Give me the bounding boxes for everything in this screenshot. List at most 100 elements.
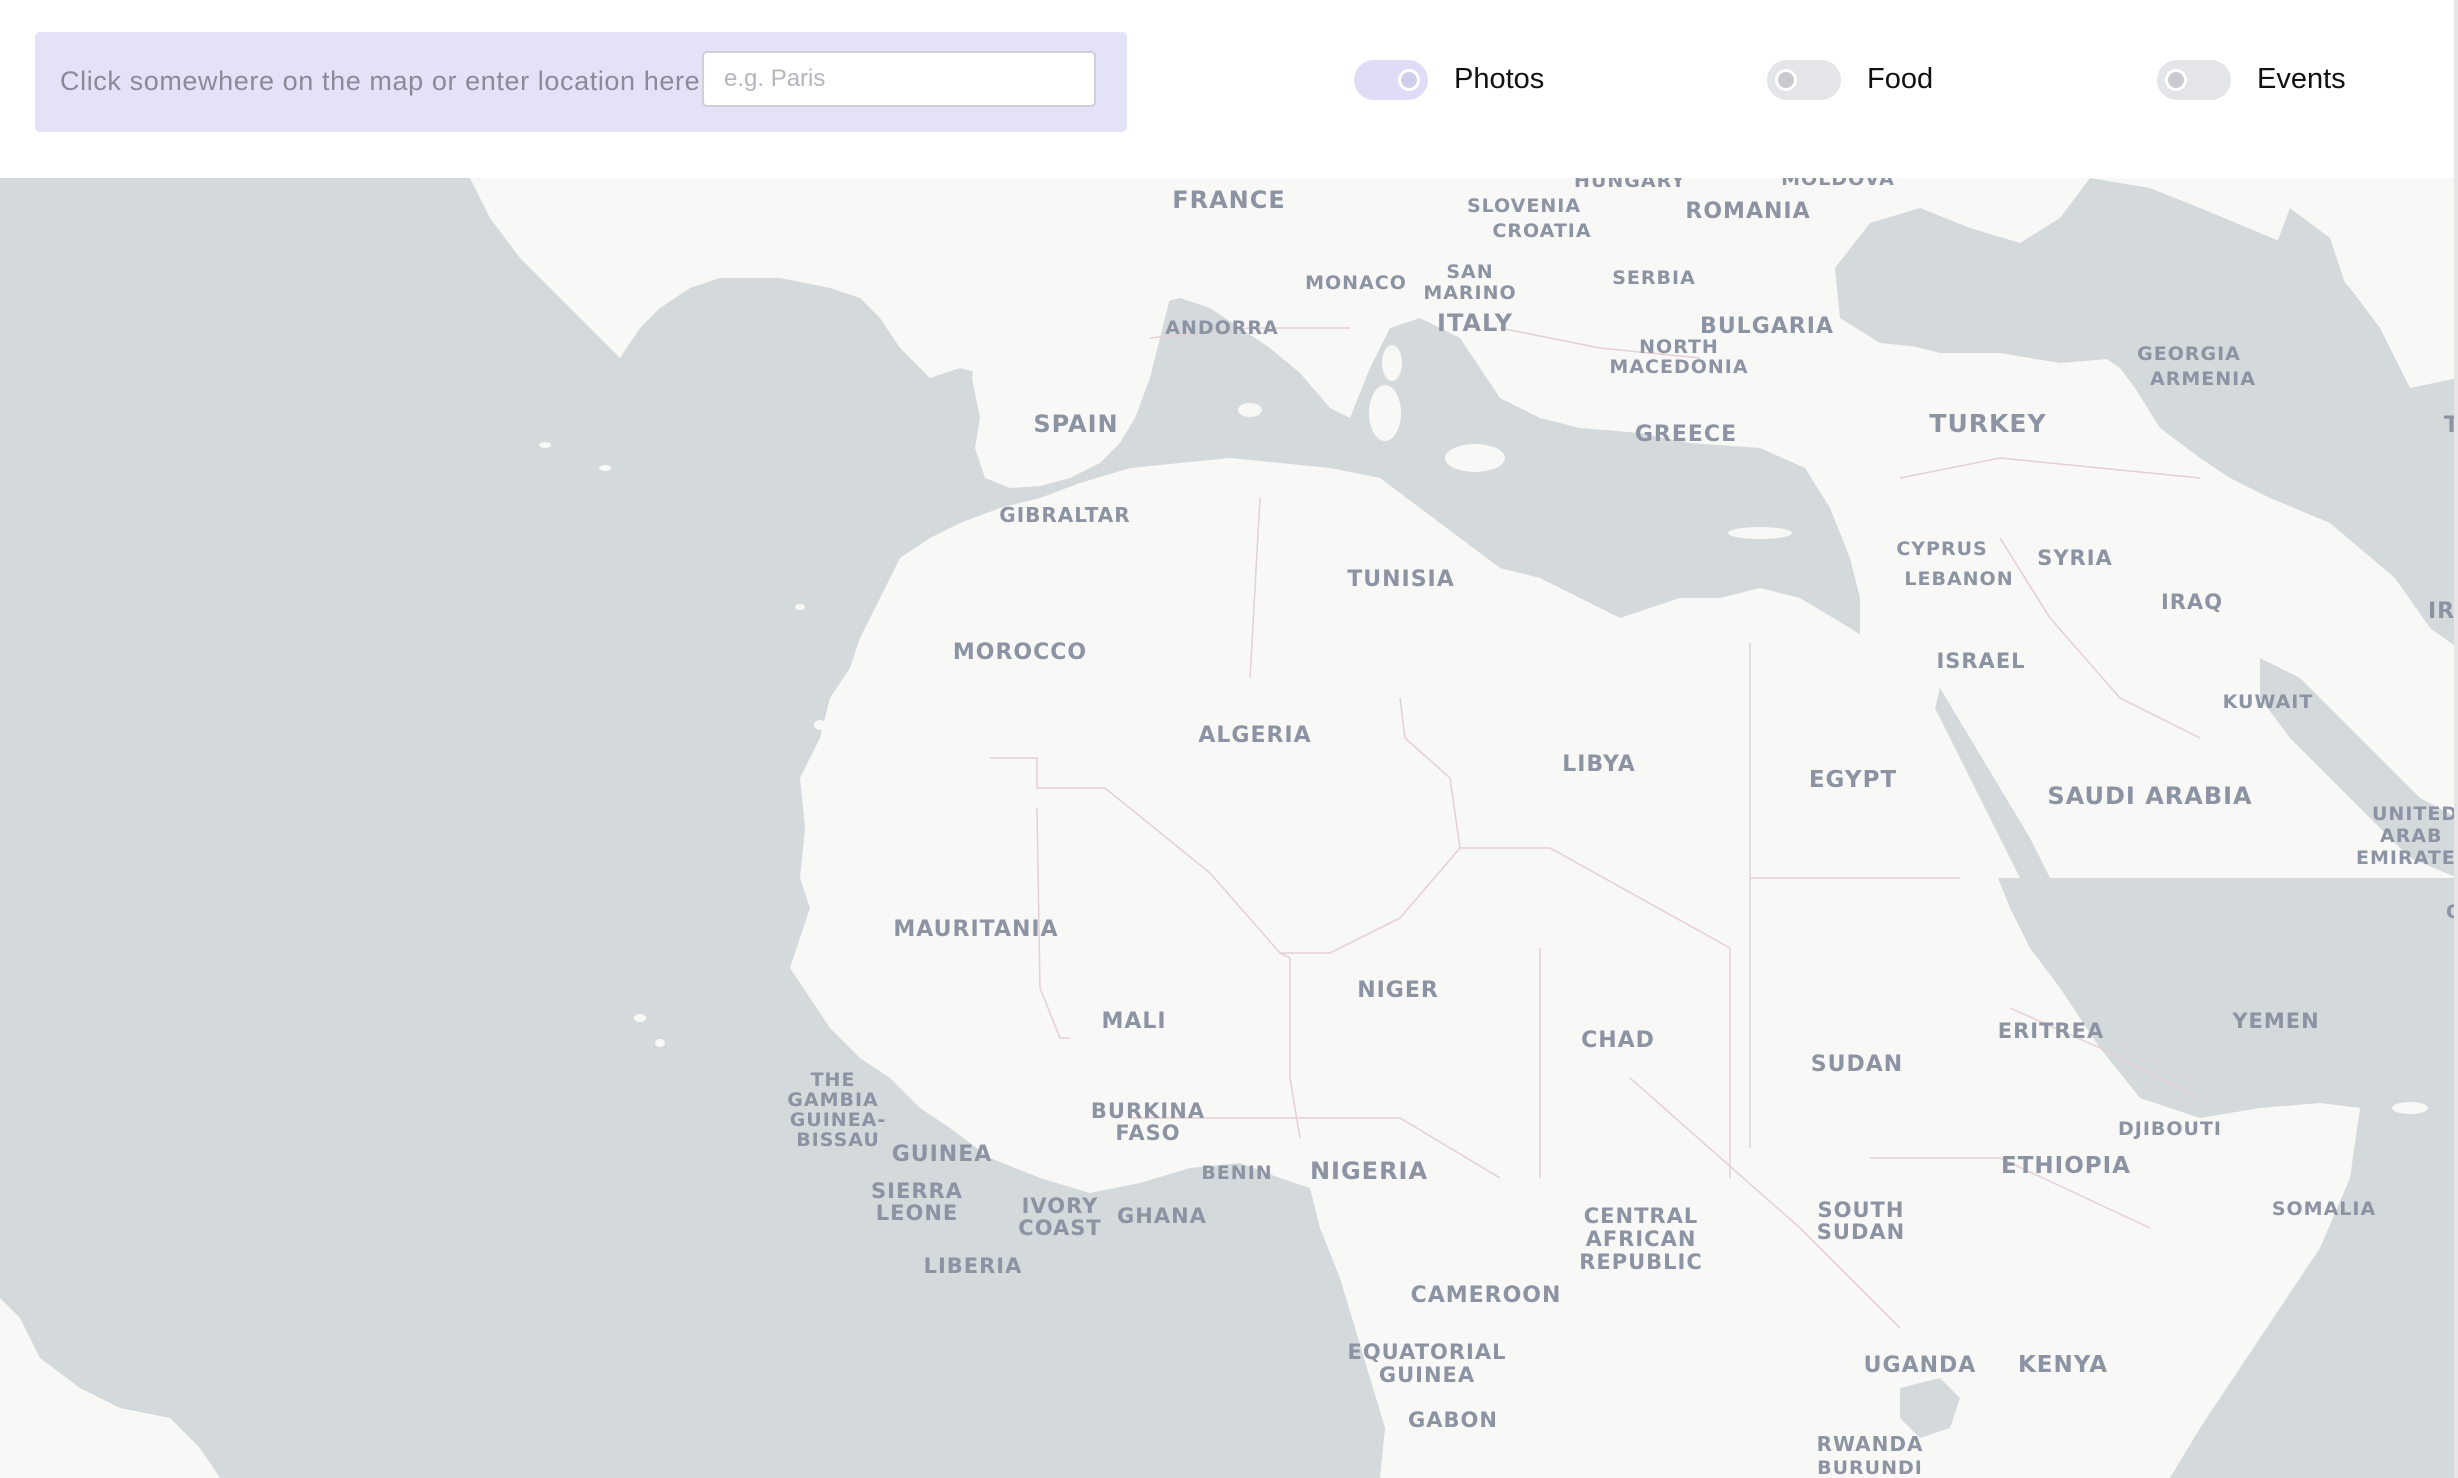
events-toggle-knob [2165,69,2187,91]
map-canvas[interactable]: FRANCE HUNGARY MOLDOVA SLOVENIA CROATIA … [0,178,2458,1478]
island-cape-verde [634,1014,646,1022]
label-south-sudan-1: SOUTH [1818,1198,1905,1222]
label-uae-3: EMIRATE [2356,847,2456,869]
label-armenia: ARMENIA [2150,368,2256,390]
food-toggle-knob [1775,69,1797,91]
label-south-sudan-2: SUDAN [1817,1220,1905,1244]
label-djibouti: DJIBOUTI [2118,1118,2222,1140]
island-canary [814,720,826,730]
label-kuwait: KUWAIT [2223,691,2314,713]
label-bulgaria: BULGARIA [1700,314,1834,339]
label-somalia: SOMALIA [2272,1198,2376,1220]
label-israel: ISRAEL [1936,649,2025,673]
label-benin: BENIN [1201,1162,1272,1184]
island-corsica [1382,345,1402,381]
label-ivory-coast-2: COAST [1018,1216,1101,1240]
label-burundi: BURUNDI [1817,1457,1923,1478]
island-sardinia [1369,385,1401,441]
label-saudi-arabia: SAUDI ARABIA [2047,782,2252,810]
island-madeira [795,604,805,610]
label-guinea: GUINEA [892,1142,993,1167]
label-uae-2: ARAB [2380,825,2443,847]
label-ivory-coast-1: IVORY [1022,1194,1099,1218]
photos-toggle-label: Photos [1454,63,1545,95]
events-toggle-label: Events [2257,63,2346,95]
label-yemen: YEMEN [2231,1009,2319,1033]
label-kenya: KENYA [2018,1352,2108,1378]
label-liberia: LIBERIA [924,1254,1023,1278]
island-socotra [2392,1102,2428,1114]
label-monaco: MONACO [1305,272,1407,294]
label-algeria: ALGERIA [1198,723,1311,748]
label-burkina-1: BURKINA [1091,1099,1205,1123]
events-toggle[interactable] [2157,60,2231,100]
label-andorra: ANDORRA [1165,317,1279,339]
label-guinea-bissau-2: BISSAU [796,1129,880,1151]
label-gambia-1: THE [811,1069,856,1091]
label-sudan: SUDAN [1811,1052,1903,1077]
label-guinea-bissau-1: GUINEA- [790,1109,887,1131]
photos-toggle[interactable] [1354,60,1428,100]
label-morocco: MOROCCO [953,640,1087,665]
location-search-label: Click somewhere on the map or enter loca… [60,66,709,96]
label-north-macedonia-1: NORTH [1639,336,1719,358]
label-eq-guinea-1: EQUATORIAL [1347,1340,1506,1364]
top-toolbar: Click somewhere on the map or enter loca… [0,0,2458,178]
label-slovenia: SLOVENIA [1467,195,1581,217]
label-burkina-2: FASO [1115,1121,1180,1145]
label-nigeria: NIGERIA [1310,1157,1428,1185]
island-canary2 [825,727,835,735]
island-mallorca [1238,403,1262,417]
label-cameroon: CAMEROON [1411,1283,1562,1308]
label-uae-1: UNITED [2372,803,2458,825]
label-georgia: GEORGIA [2137,343,2241,365]
label-sierra-leone-1: SIERRA [871,1179,963,1203]
label-car-3: REPUBLIC [1579,1250,1703,1274]
label-italy: ITALY [1437,309,1513,337]
island-cyprus [1907,514,1963,532]
label-egypt: EGYPT [1809,767,1897,793]
label-gibraltar: GIBRALTAR [999,503,1130,527]
label-san-marino-2: MARINO [1423,282,1516,304]
label-iraq: IRAQ [2161,590,2223,614]
label-mauritania: MAURITANIA [893,917,1058,942]
label-france: FRANCE [1172,186,1286,214]
label-cyprus: CYPRUS [1896,538,1987,560]
island-azores2 [599,465,611,471]
island-azores [539,442,551,448]
location-search-panel: Click somewhere on the map or enter loca… [35,32,1127,132]
label-hungary: HUNGARY [1574,178,1686,192]
label-tunisia: TUNISIA [1347,567,1455,592]
label-car-1: CENTRAL [1584,1204,1698,1228]
label-gabon: GABON [1408,1408,1498,1432]
label-ethiopia: ETHIOPIA [2001,1153,2131,1179]
world-map[interactable]: FRANCE HUNGARY MOLDOVA SLOVENIA CROATIA … [0,178,2458,1478]
label-car-2: AFRICAN [1586,1227,1697,1251]
island-sicily [1445,444,1505,472]
label-san-marino-1: SAN [1446,261,1493,283]
window-edge [2454,0,2458,1478]
label-lebanon: LEBANON [1904,568,2013,590]
label-syria: SYRIA [2037,546,2113,570]
label-libya: LIBYA [1562,752,1636,777]
food-toggle-label: Food [1867,63,1934,95]
label-sierra-leone-2: LEONE [876,1201,959,1225]
label-serbia: SERBIA [1612,267,1696,289]
label-mali: MALI [1101,1009,1166,1034]
label-rwanda: RWANDA [1817,1432,1924,1456]
label-ghana: GHANA [1117,1204,1207,1228]
label-moldova: MOLDOVA [1781,178,1895,190]
label-turkey: TURKEY [1929,409,2046,438]
label-eq-guinea-2: GUINEA [1379,1363,1475,1387]
label-niger: NIGER [1357,978,1439,1003]
photos-toggle-knob [1398,69,1420,91]
island-cape-verde2 [655,1039,665,1047]
label-uganda: UGANDA [1864,1353,1977,1378]
label-north-macedonia-2: MACEDONIA [1609,356,1748,378]
label-chad: CHAD [1581,1028,1655,1053]
location-search-input[interactable] [702,51,1096,107]
food-toggle[interactable] [1767,60,1841,100]
label-gambia-2: GAMBIA [787,1089,878,1111]
label-greece: GREECE [1635,422,1737,447]
island-crete [1728,527,1792,539]
